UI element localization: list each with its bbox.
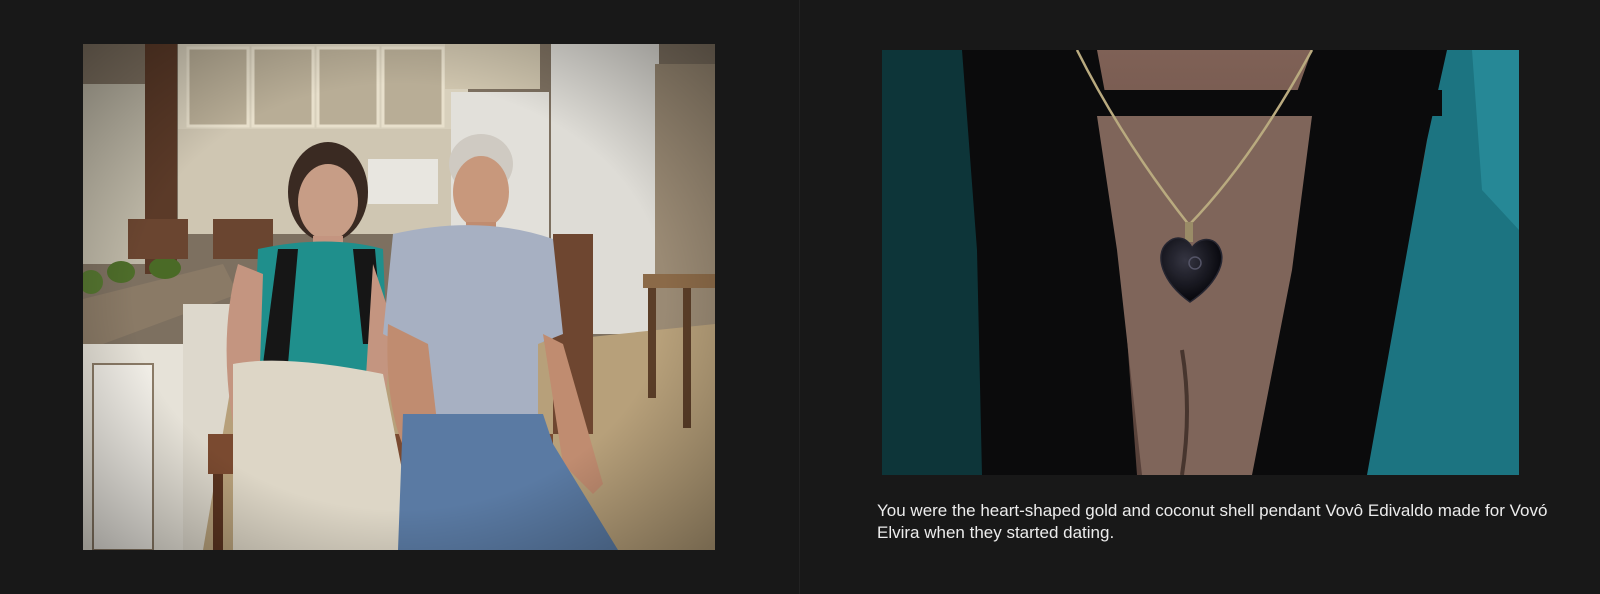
left-panel — [0, 0, 799, 594]
heart-pendant-photo — [882, 50, 1519, 475]
right-panel: You were the heart-shaped gold and cocon… — [800, 0, 1600, 594]
kitchen-portrait-photo — [83, 44, 715, 550]
photo-caption: You were the heart-shaped gold and cocon… — [877, 501, 1548, 542]
